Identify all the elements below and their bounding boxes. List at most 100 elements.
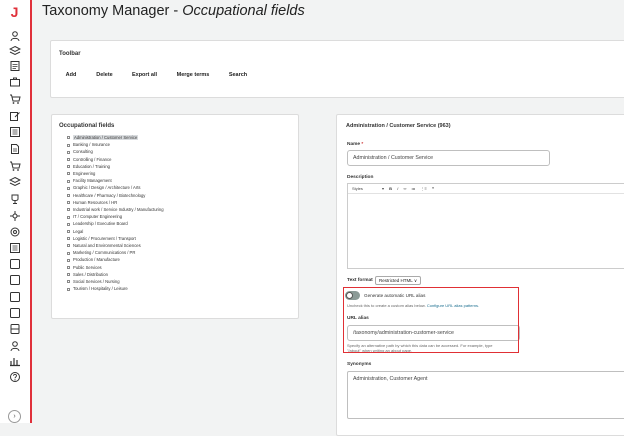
tree-item-checkbox[interactable] bbox=[67, 287, 70, 291]
tree-item-label: Banking / Insurance bbox=[73, 142, 111, 148]
tree-item-checkbox[interactable] bbox=[67, 208, 70, 212]
sidebar-layers-icon[interactable] bbox=[9, 45, 21, 57]
tree-item-checkbox[interactable] bbox=[67, 265, 70, 269]
tree-item-checkbox[interactable] bbox=[67, 251, 70, 255]
export-all-button[interactable]: Export all bbox=[124, 68, 165, 83]
delete-button[interactable]: Delete bbox=[89, 68, 120, 83]
tree-item[interactable]: Controlling / Finance bbox=[67, 156, 111, 163]
sidebar-list-icon[interactable] bbox=[9, 126, 21, 138]
tree-item[interactable]: Consulting bbox=[67, 148, 93, 155]
sidebar-square-icon[interactable] bbox=[9, 274, 21, 286]
tree-item[interactable]: Logistic / Procurement / Transport bbox=[67, 235, 136, 242]
sidebar-file-icon[interactable] bbox=[9, 143, 21, 155]
sidebar-chart-icon[interactable] bbox=[9, 355, 21, 367]
description-label: Description bbox=[347, 175, 374, 180]
tree-item-checkbox[interactable] bbox=[67, 273, 70, 277]
tree-item[interactable]: Facility Management bbox=[67, 177, 112, 184]
name-label: Name * bbox=[347, 142, 364, 147]
tree-item-checkbox[interactable] bbox=[67, 237, 70, 241]
sidebar-square-icon[interactable] bbox=[9, 291, 21, 303]
sidebar-settings-icon[interactable] bbox=[9, 226, 21, 238]
term-heading: Administration / Customer Service (963) bbox=[346, 123, 451, 129]
tree-item-label: Graphic / Design / Architecture / Arts bbox=[73, 185, 141, 191]
tree-item[interactable]: Industrial work / Service Industry / Man… bbox=[67, 206, 164, 213]
tree-item-checkbox[interactable] bbox=[67, 215, 70, 219]
tree-item[interactable]: Administration / Customer Service bbox=[67, 134, 139, 141]
tree-item[interactable]: Tourism / Hospitality / Leisure bbox=[67, 285, 128, 292]
synonyms-textarea[interactable]: Administration, Customer Agent bbox=[347, 371, 624, 419]
sidebar-briefcase-icon[interactable] bbox=[9, 76, 21, 88]
tree-item[interactable]: Sales / Distribution bbox=[67, 271, 108, 278]
tree-item-label: Natural and Environmental Sciences bbox=[73, 243, 141, 248]
fields-heading: Occupational fields bbox=[59, 123, 115, 129]
sidebar-edit-icon[interactable] bbox=[9, 110, 21, 122]
editor-styles-dropdown[interactable]: Styles bbox=[352, 186, 363, 191]
tree-item-label: Leadership / Executive Board bbox=[73, 221, 128, 227]
tree-item-label: Sales / Distribution bbox=[73, 271, 108, 277]
tree-item-checkbox[interactable] bbox=[67, 244, 70, 248]
tree-item[interactable]: Engineering bbox=[67, 170, 95, 177]
tree-item[interactable]: Marketing / Communications / PR bbox=[67, 249, 135, 256]
numbered-list-icon[interactable]: ⋮≡ bbox=[421, 186, 427, 191]
tree-item[interactable]: Education / Training bbox=[67, 163, 110, 170]
tree-item-checkbox[interactable] bbox=[67, 201, 70, 205]
tree-item-checkbox[interactable] bbox=[67, 186, 70, 190]
tree-item-checkbox[interactable] bbox=[67, 229, 70, 233]
tree-item-checkbox[interactable] bbox=[67, 157, 70, 161]
tree-item-label: Industrial work / Service Industry / Man… bbox=[73, 207, 164, 212]
tree-item-checkbox[interactable] bbox=[67, 280, 70, 284]
tree-item-checkbox[interactable] bbox=[67, 179, 70, 183]
sidebar-square-icon[interactable] bbox=[9, 307, 21, 319]
sidebar-server-icon[interactable] bbox=[9, 323, 21, 335]
sidebar-layers-icon[interactable] bbox=[9, 176, 21, 188]
tree-item[interactable]: Leadership / Executive Board bbox=[67, 220, 128, 227]
sidebar-list-icon[interactable] bbox=[9, 242, 21, 254]
italic-icon[interactable]: I bbox=[397, 186, 398, 191]
collapse-sidebar-button[interactable]: › bbox=[8, 410, 21, 423]
search-button[interactable]: Search bbox=[221, 68, 255, 83]
add-button[interactable]: Add bbox=[58, 68, 84, 83]
name-input[interactable]: Administration / Customer Service bbox=[347, 150, 550, 166]
tree-item[interactable]: Human Resources / HR bbox=[67, 199, 117, 206]
styles-dropdown-arrow-icon[interactable]: ▾ bbox=[382, 186, 384, 191]
description-editor[interactable]: Styles ▾ B I ∞ ≔ ⋮≡ ❝ bbox=[347, 183, 624, 269]
page-title: Taxonomy Manager - Occupational fields bbox=[42, 3, 305, 19]
sidebar-help-icon[interactable] bbox=[9, 371, 21, 383]
sidebar-user-icon[interactable] bbox=[9, 340, 21, 352]
tree-item-checkbox[interactable] bbox=[67, 143, 70, 147]
bulleted-list-icon[interactable]: ≔ bbox=[411, 186, 415, 191]
tree-item-label: Education / Training bbox=[73, 163, 111, 169]
sidebar-share-icon[interactable] bbox=[9, 210, 21, 222]
tree-item[interactable]: Healthcare / Pharmacy / Biotechnology bbox=[67, 192, 145, 199]
tree-item[interactable]: Banking / Insurance bbox=[67, 141, 110, 148]
tree-item[interactable]: IT / Computer Engineering bbox=[67, 213, 122, 220]
sidebar-cart-icon[interactable] bbox=[9, 93, 21, 105]
tree-item-checkbox[interactable] bbox=[67, 172, 70, 176]
tree-item-checkbox[interactable] bbox=[67, 222, 70, 226]
sidebar-cart-icon[interactable] bbox=[9, 160, 21, 172]
link-icon[interactable]: ∞ bbox=[403, 186, 406, 191]
tree-item[interactable]: Production / Manufacture bbox=[67, 256, 120, 263]
tree-item[interactable]: Social Services / Nursing bbox=[67, 278, 120, 285]
synonyms-label: Synonyms bbox=[347, 362, 372, 367]
highlight-box bbox=[343, 287, 519, 353]
tree-item[interactable]: Natural and Environmental Sciences bbox=[67, 242, 141, 249]
tree-item-checkbox[interactable] bbox=[67, 193, 70, 197]
tree-item[interactable]: Graphic / Design / Architecture / Arts bbox=[67, 184, 141, 191]
app-logo[interactable]: J bbox=[7, 5, 22, 20]
merge-terms-button[interactable]: Merge terms bbox=[169, 68, 217, 83]
required-marker: * bbox=[361, 142, 364, 147]
text-format-select[interactable]: Restricted HTML ∨ bbox=[375, 276, 422, 285]
sidebar-square-icon[interactable] bbox=[9, 258, 21, 270]
tree-item-checkbox[interactable] bbox=[67, 136, 70, 140]
sidebar-document-icon[interactable] bbox=[9, 60, 21, 72]
sidebar-user-icon[interactable] bbox=[9, 30, 21, 42]
tree-item-checkbox[interactable] bbox=[67, 165, 70, 169]
tree-item-checkbox[interactable] bbox=[67, 150, 70, 154]
bold-icon[interactable]: B bbox=[389, 186, 392, 191]
tree-item-checkbox[interactable] bbox=[67, 258, 70, 262]
tree-item[interactable]: Public Services bbox=[67, 264, 102, 271]
tree-item[interactable]: Legal bbox=[67, 228, 83, 235]
blockquote-icon[interactable]: ❝ bbox=[432, 186, 434, 191]
sidebar-award-icon[interactable] bbox=[9, 193, 21, 205]
